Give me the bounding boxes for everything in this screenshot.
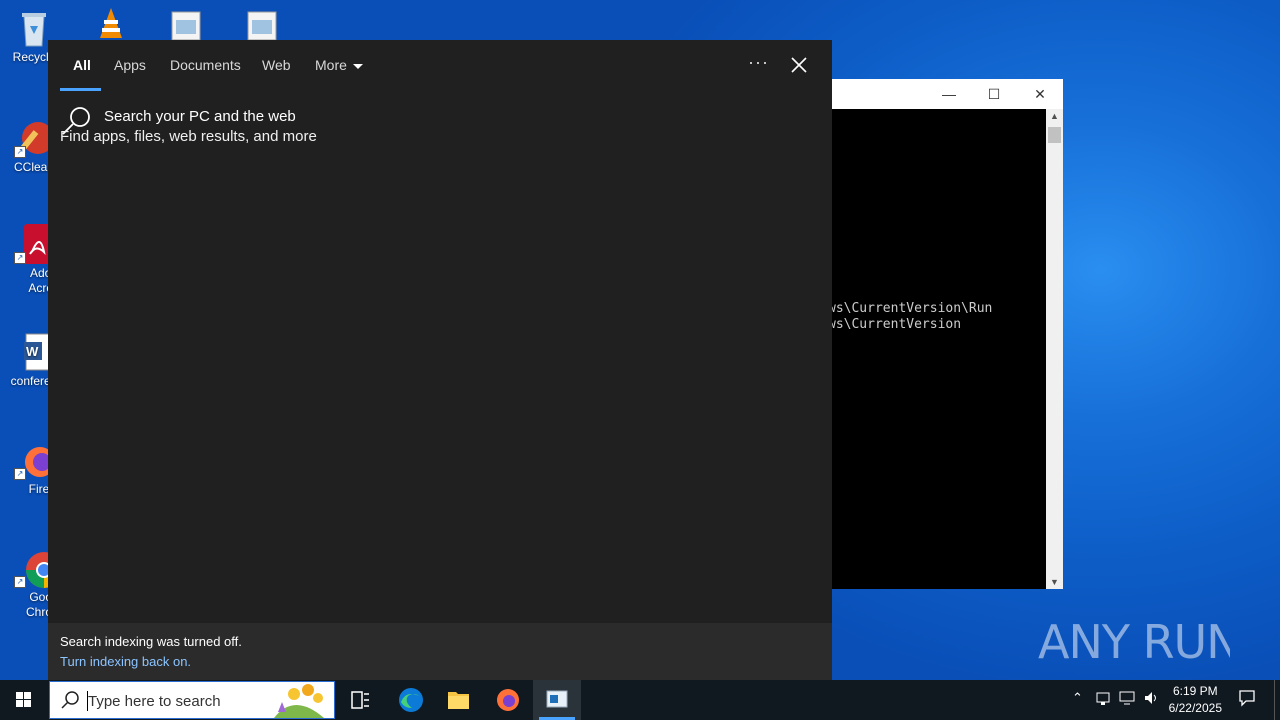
clock-time: 6:19 PM [1172, 684, 1218, 698]
tab-apps[interactable]: Apps [114, 57, 146, 73]
firefox-icon [497, 689, 519, 711]
task-view-button[interactable] [336, 680, 384, 720]
vlc-icon[interactable] [96, 6, 126, 40]
console-line: ws\CurrentVersion\Run [828, 301, 993, 316]
console-output: ws\CurrentVersion\Run ws\CurrentVersion [828, 109, 1046, 589]
tab-more[interactable]: More [315, 57, 363, 73]
console-window-icon [539, 690, 575, 720]
indexing-footer: Search indexing was turned off. Turn ind… [48, 623, 832, 680]
edge-icon [399, 688, 423, 712]
scroll-up-icon[interactable]: ▲ [1046, 111, 1063, 121]
image-file-icon[interactable] [170, 10, 202, 41]
search-hint-title: Search your PC and the web [104, 108, 296, 125]
indexing-message: Search indexing was turned off. [60, 634, 242, 649]
network-tray-icon[interactable] [1096, 690, 1110, 709]
task-view-icon [351, 691, 369, 709]
volume-tray-icon[interactable] [1143, 690, 1159, 709]
monitor-tray-icon[interactable] [1119, 690, 1135, 709]
svg-text:ANY RUN: ANY RUN [1038, 615, 1230, 669]
console-line: ws\CurrentVersion [828, 317, 962, 332]
search-icon [61, 691, 79, 709]
scroll-thumb[interactable] [1048, 127, 1061, 143]
clock-date: 6/22/2025 [1168, 701, 1222, 715]
more-options-icon[interactable]: ··· [748, 52, 769, 73]
edge-taskbar-button[interactable] [386, 680, 434, 720]
svg-text:W: W [26, 344, 39, 359]
clock[interactable]: 6:19 PM 6/22/2025 [1169, 683, 1222, 717]
tab-more-label: More [315, 57, 347, 73]
minimize-button[interactable]: — [926, 79, 972, 109]
shortcut-arrow-icon: ↗ [14, 576, 26, 588]
close-button[interactable]: ✕ [1017, 79, 1063, 109]
tab-all[interactable]: All [73, 57, 91, 73]
folder-icon [448, 692, 469, 709]
search-highlight-flowers-icon [274, 684, 324, 718]
anyrun-watermark: ANY RUN [1038, 610, 1241, 683]
tab-documents[interactable]: Documents [170, 57, 241, 73]
maximize-button[interactable]: ☐ [971, 79, 1017, 109]
start-button[interactable] [0, 680, 48, 720]
turn-indexing-on-link[interactable]: Turn indexing back on. [60, 654, 191, 669]
active-window-taskbar-button[interactable] [533, 680, 581, 720]
taskbar-search-box[interactable]: Type here to search [49, 681, 335, 719]
console-window[interactable]: — ☐ ✕ ws\CurrentVersion\Run ws\CurrentVe… [828, 79, 1063, 589]
chevron-down-icon [352, 63, 363, 69]
file-explorer-taskbar-button[interactable] [434, 680, 482, 720]
shortcut-arrow-icon: ↗ [14, 468, 26, 480]
close-icon[interactable] [789, 52, 809, 78]
show-hidden-icons-button[interactable]: ⌃ [1072, 690, 1083, 706]
console-scrollbar[interactable]: ▲ ▼ [1046, 109, 1063, 589]
firefox-taskbar-button[interactable] [484, 680, 532, 720]
scroll-down-icon[interactable]: ▼ [1046, 577, 1063, 587]
shortcut-arrow-icon: ↗ [14, 252, 26, 264]
console-titlebar[interactable]: — ☐ ✕ [832, 79, 1063, 109]
windows-logo-icon [16, 692, 31, 707]
active-tab-indicator [60, 88, 101, 91]
search-panel: All Apps Documents Web More ··· Search y… [48, 40, 832, 680]
notification-center-button[interactable] [1238, 689, 1256, 710]
search-hint-subtitle: Find apps, files, web results, and more [60, 128, 317, 145]
notification-icon [1239, 690, 1255, 707]
image-file-icon[interactable] [246, 10, 278, 41]
search-tabs: All Apps Documents Web More ··· [48, 40, 832, 92]
search-placeholder: Type here to search [88, 693, 221, 710]
show-desktop-button[interactable] [1274, 680, 1280, 720]
shortcut-arrow-icon: ↗ [14, 146, 26, 158]
tab-web[interactable]: Web [262, 57, 291, 73]
